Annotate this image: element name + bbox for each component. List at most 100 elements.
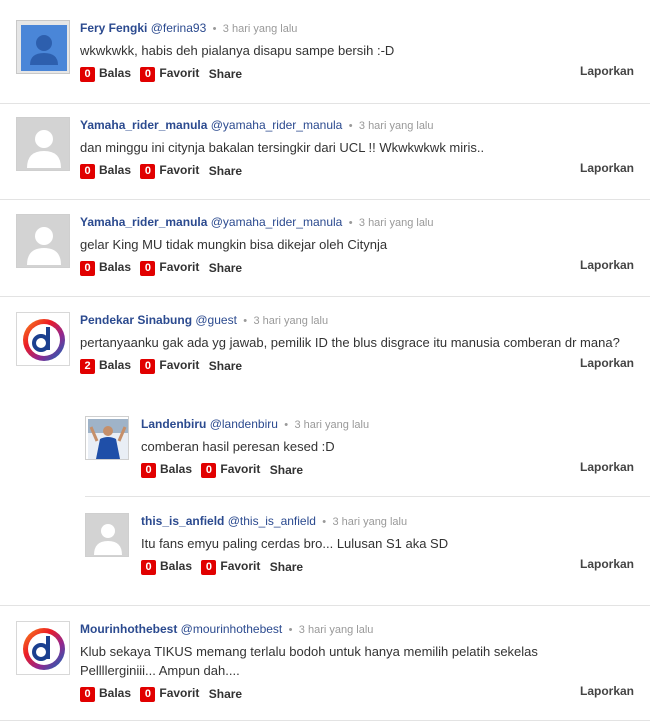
comment-actions: 0 Balas 0 Favorit Share Laporkan (141, 557, 650, 577)
share-button[interactable]: Share (209, 164, 242, 178)
comment-body: Pendekar Sinabung @guest • 3 hari yang l… (80, 312, 650, 376)
author-handle[interactable]: @this_is_anfield (228, 514, 316, 528)
reply-button[interactable]: 0 Balas (80, 66, 131, 82)
share-button[interactable]: Share (270, 560, 303, 574)
timestamp: 3 hari yang lalu (253, 315, 329, 327)
favorite-button[interactable]: 0 Favorit (201, 462, 260, 478)
reply-label: Balas (160, 559, 193, 573)
reply-button[interactable]: 2 Balas (80, 358, 131, 374)
author-name[interactable]: this_is_anfield (141, 514, 224, 528)
report-button[interactable]: Laporkan (580, 557, 634, 571)
favorite-button[interactable]: 0 Favorit (140, 163, 199, 179)
favorite-count-badge: 0 (140, 687, 156, 702)
favorite-count-badge: 0 (140, 67, 156, 82)
separator-dot: • (284, 419, 289, 431)
favorite-button[interactable]: 0 Favorit (140, 66, 199, 82)
reply-count-badge: 0 (80, 67, 95, 82)
comment-actions: 0 Balas 0 Favorit Share Laporkan (80, 64, 650, 84)
default-user-icon[interactable] (16, 117, 70, 171)
share-button[interactable]: Share (209, 261, 242, 275)
author-name[interactable]: Fery Fengki (80, 21, 147, 35)
comment-actions: 0 Balas 0 Favorit Share Laporkan (141, 460, 650, 480)
separator-dot: • (243, 315, 248, 327)
reply-label: Balas (99, 358, 132, 372)
favorite-label: Favorit (159, 66, 200, 80)
comment-text: wkwkwkk, habis deh pialanya disapu sampe… (80, 43, 395, 58)
author-handle[interactable]: @yamaha_rider_manula (211, 215, 343, 229)
reply-button[interactable]: 0 Balas (80, 260, 131, 276)
favorite-label: Favorit (159, 358, 200, 372)
author-name[interactable]: Pendekar Sinabung (80, 313, 192, 327)
timestamp: 3 hari yang lalu (294, 419, 370, 431)
reply-label: Balas (99, 66, 132, 80)
author-name[interactable]: Landenbiru (141, 417, 206, 431)
favorite-count-badge: 0 (140, 359, 156, 374)
reply-label: Balas (99, 163, 132, 177)
divider (0, 296, 650, 297)
comment-text: dan minggu ini citynja bakalan tersingki… (80, 140, 485, 155)
comment-meta: this_is_anfield @this_is_anfield • 3 har… (141, 513, 650, 530)
author-name[interactable]: Yamaha_rider_manula (80, 118, 207, 132)
reply-button[interactable]: 0 Balas (141, 462, 192, 478)
reply-count-badge: 2 (80, 359, 95, 374)
timestamp: 3 hari yang lalu (332, 516, 408, 528)
favorite-label: Favorit (159, 163, 200, 177)
default-user-icon[interactable] (16, 214, 70, 268)
detik-logo-icon[interactable] (16, 621, 70, 675)
report-button[interactable]: Laporkan (580, 684, 634, 698)
reply-button[interactable]: 0 Balas (141, 559, 192, 575)
report-button[interactable]: Laporkan (580, 356, 634, 370)
favorite-count-badge: 0 (140, 164, 156, 179)
favorite-button[interactable]: 0 Favorit (140, 358, 199, 374)
reply-label: Balas (99, 260, 132, 274)
report-button[interactable]: Laporkan (580, 64, 634, 78)
author-handle[interactable]: @landenbiru (210, 417, 278, 431)
favorite-label: Favorit (220, 462, 261, 476)
comment-meta: Fery Fengki @ferina93 • 3 hari yang lalu (80, 20, 650, 37)
comment-text: gelar King MU tidak mungkin bisa dikejar… (80, 237, 388, 252)
share-button[interactable]: Share (270, 463, 303, 477)
favorite-button[interactable]: 0 Favorit (140, 686, 199, 702)
timestamp: 3 hari yang lalu (298, 624, 374, 636)
default-user-icon[interactable] (85, 513, 129, 557)
report-button[interactable]: Laporkan (580, 460, 634, 474)
blue-user-silhouette-icon[interactable] (16, 20, 70, 74)
favorite-button[interactable]: 0 Favorit (201, 559, 260, 575)
timestamp: 3 hari yang lalu (358, 217, 434, 229)
report-button[interactable]: Laporkan (580, 161, 634, 175)
divider (85, 496, 650, 497)
photo-avatar-icon[interactable] (85, 416, 129, 460)
favorite-label: Favorit (220, 559, 261, 573)
reply-count-badge: 0 (80, 687, 95, 702)
comment-text: Itu fans emyu paling cerdas bro... Lulus… (141, 536, 449, 551)
comment-text: comberan hasil peresan kesed :D (141, 439, 335, 454)
favorite-count-badge: 0 (201, 560, 217, 575)
separator-dot: • (212, 23, 217, 35)
reply-count-badge: 0 (141, 560, 156, 575)
share-button[interactable]: Share (209, 67, 242, 81)
author-handle[interactable]: @mourinhothebest (181, 622, 283, 636)
reply-label: Balas (160, 462, 193, 476)
reply-body: Landenbiru @landenbiru • 3 hari yang lal… (141, 416, 650, 480)
share-button[interactable]: Share (209, 359, 242, 373)
comment-actions: 0 Balas 0 Favorit Share Laporkan (80, 258, 650, 278)
comment-body: Yamaha_rider_manula @yamaha_rider_manula… (80, 117, 650, 181)
timestamp: 3 hari yang lalu (222, 23, 298, 35)
divider (0, 103, 650, 104)
favorite-label: Favorit (159, 260, 200, 274)
divider (0, 605, 650, 606)
divider (0, 720, 650, 721)
share-button[interactable]: Share (209, 687, 242, 701)
author-name[interactable]: Mourinhothebest (80, 622, 177, 636)
comment-actions: 2 Balas 0 Favorit Share Laporkan (80, 356, 650, 376)
report-button[interactable]: Laporkan (580, 258, 634, 272)
author-handle[interactable]: @guest (195, 313, 237, 327)
author-handle[interactable]: @ferina93 (151, 21, 207, 35)
favorite-button[interactable]: 0 Favorit (140, 260, 199, 276)
reply-button[interactable]: 0 Balas (80, 163, 131, 179)
reply-button[interactable]: 0 Balas (80, 686, 131, 702)
separator-dot: • (348, 120, 353, 132)
author-handle[interactable]: @yamaha_rider_manula (211, 118, 343, 132)
author-name[interactable]: Yamaha_rider_manula (80, 215, 207, 229)
detik-logo-icon[interactable] (16, 312, 70, 366)
